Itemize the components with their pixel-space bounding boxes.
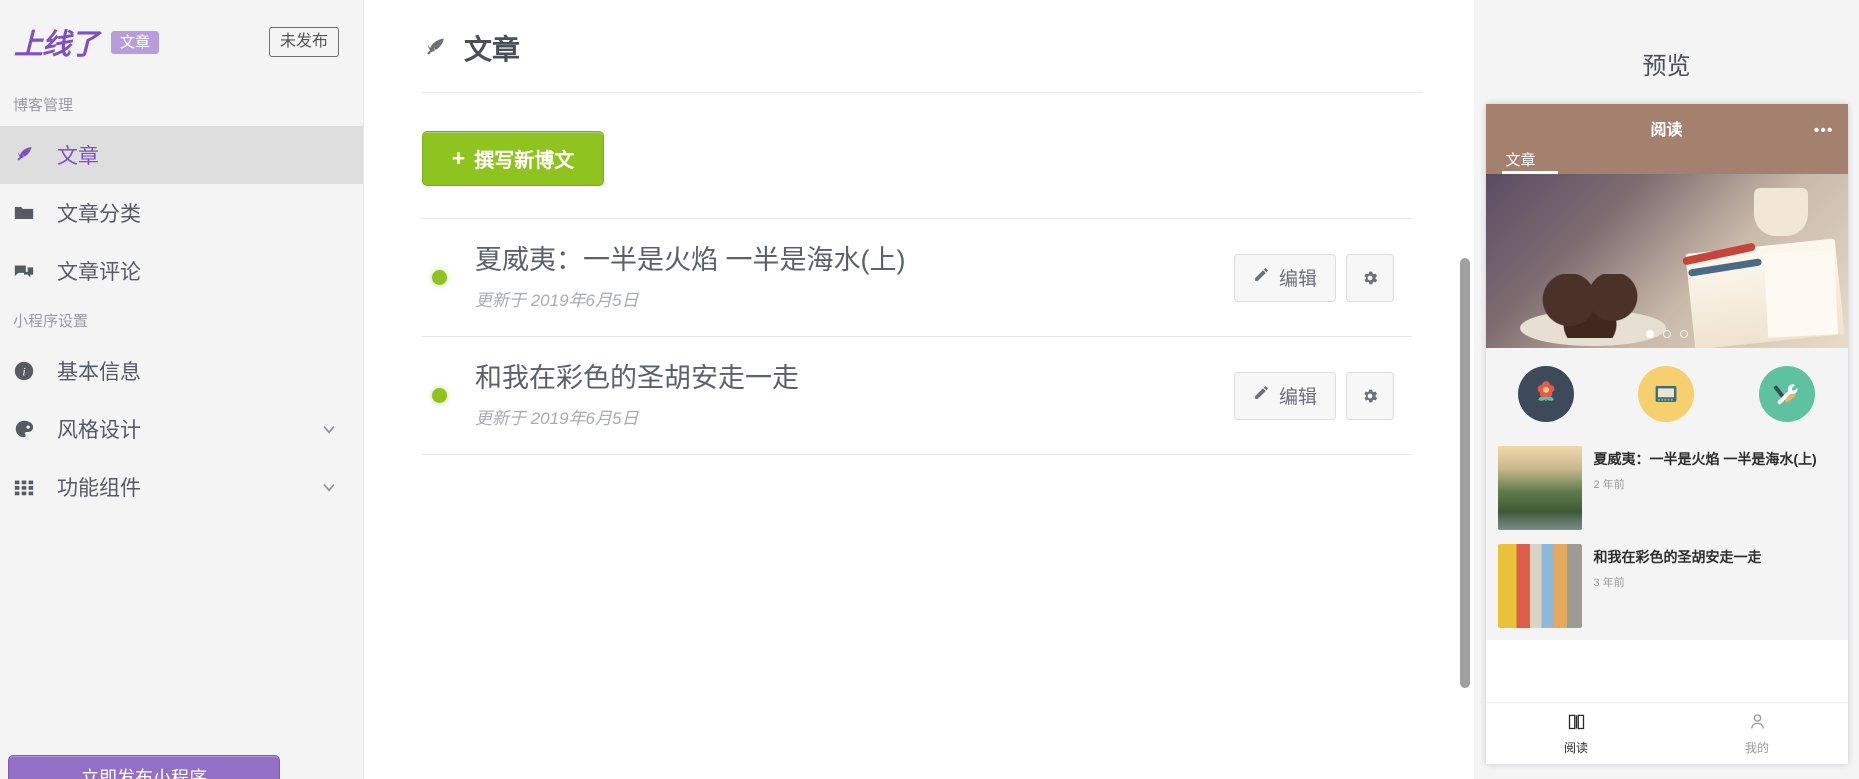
sidebar-item-label: 文章 [57, 145, 99, 168]
svg-text:i: i [22, 365, 25, 379]
list-item[interactable]: 夏威夷：一半是火焰 一半是海水(上) 2 年前 [1485, 440, 1848, 538]
publish-miniapp-button[interactable]: 立即发布小程序 [8, 755, 280, 779]
sidebar-section-label-miniapp: 小程序设置 [13, 313, 89, 330]
list-item-body: 和我在彩色的圣胡安走一走 3 年前 [1594, 544, 1836, 628]
publish-status-badge[interactable]: 未发布 [268, 27, 339, 57]
carousel-dots[interactable] [1486, 330, 1848, 338]
feather-icon [422, 35, 448, 61]
post-text: 夏威夷：一半是火焰 一半是海水(上) 更新于 2019年6月5日 [475, 244, 1234, 312]
main-content: 文章 + 撰写新博文 夏威夷：一半是火焰 一半是海水(上) 更新于 2019年6… [364, 0, 1474, 779]
sidebar: 上线了 文章 未发布 博客管理 文章 文章分类 文章评论 小程序设置 i 基本信… [0, 0, 364, 779]
phone-navbar: 阅读 ••• 文章 [1485, 104, 1848, 174]
sidebar-item-label: 文章分类 [57, 203, 141, 226]
tv-icon[interactable] [1638, 366, 1695, 422]
post-title[interactable]: 和我在彩色的圣胡安走一走 [475, 362, 1234, 396]
phone-tabbar-label: 阅读 [1563, 741, 1588, 755]
edit-button[interactable]: 编辑 [1233, 371, 1336, 420]
post-updated-meta: 更新于 2019年6月5日 [475, 409, 639, 429]
list-item-body: 夏威夷：一半是火焰 一半是海水(上) 2 年前 [1594, 446, 1836, 530]
post-list: 夏威夷：一半是火焰 一半是海水(上) 更新于 2019年6月5日 编辑 和我在彩… [422, 218, 1412, 455]
banner-page-shape [1763, 250, 1838, 338]
folder-icon [13, 201, 43, 225]
status-badge [432, 388, 447, 403]
phone-tabbar: 阅读 我的 [1485, 702, 1848, 764]
phone-nav-title: 阅读 [1650, 122, 1683, 139]
new-post-button-label: 撰写新博文 [474, 150, 575, 172]
edit-button-label: 编辑 [1278, 387, 1317, 408]
carousel-dot-2[interactable] [1662, 330, 1671, 338]
chevron-down-icon[interactable] [319, 477, 339, 497]
comments-icon [13, 259, 43, 283]
phone-article-list: 夏威夷：一半是火焰 一半是海水(上) 2 年前 和我在彩色的圣胡安走一走 3 年… [1485, 440, 1848, 640]
chevron-down-icon[interactable] [319, 419, 339, 439]
sidebar-item-label: 功能组件 [57, 477, 141, 500]
list-item-title: 和我在彩色的圣胡安走一走 [1593, 549, 1762, 565]
phone-mockup: 阅读 ••• 文章 夏威夷：一半是火焰 一半是海水(上) 2 年前 和我在彩色的… [1485, 104, 1848, 764]
grid-icon [13, 475, 43, 499]
list-item-time: 3 年前 [1593, 577, 1625, 589]
sidebar-section-label-blog: 博客管理 [13, 97, 74, 114]
list-item-title: 夏威夷：一半是火焰 一半是海水(上) [1593, 451, 1817, 467]
sidebar-header: 上线了 文章 未发布 [0, 0, 363, 84]
list-item[interactable]: 和我在彩色的圣胡安走一走 3 年前 [1485, 538, 1848, 636]
sidebar-item-label: 文章评论 [57, 261, 141, 284]
edit-button[interactable]: 编辑 [1233, 253, 1336, 302]
post-actions: 编辑 [1233, 371, 1394, 420]
person-icon [1747, 711, 1768, 735]
sidebar-item-style-design[interactable]: 风格设计 [0, 400, 363, 458]
main-scrollbar[interactable] [1460, 0, 1470, 779]
post-actions: 编辑 [1233, 253, 1394, 302]
pencil-icon [1253, 266, 1270, 289]
phone-banner-carousel[interactable] [1485, 174, 1848, 348]
feather-icon [13, 143, 43, 167]
book-icon [1566, 711, 1587, 735]
palette-icon [13, 417, 43, 441]
info-icon: i [13, 359, 43, 383]
sidebar-item-basic-info[interactable]: i 基本信息 [0, 342, 363, 400]
phone-tabbar-label: 我的 [1744, 741, 1769, 755]
banner-muffins-shape [1537, 274, 1642, 338]
edit-button-label: 编辑 [1278, 269, 1317, 290]
status-badge [432, 270, 447, 285]
phone-shortcuts [1485, 348, 1848, 440]
preview-panel: 预览 阅读 ••• 文章 夏威夷：一半是火焰 一半是海水(上) 2 年前 和我在… [1474, 0, 1859, 779]
street-photo [1497, 544, 1582, 628]
app-root: 上线了 文章 未发布 博客管理 文章 文章分类 文章评论 小程序设置 i 基本信… [0, 0, 1859, 779]
new-post-button[interactable]: + 撰写新博文 [422, 131, 604, 186]
post-title[interactable]: 夏威夷：一半是火焰 一半是海水(上) [475, 244, 1234, 278]
more-horizontal-icon[interactable]: ••• [1814, 123, 1834, 139]
table-row[interactable]: 夏威夷：一半是火焰 一半是海水(上) 更新于 2019年6月5日 编辑 [422, 219, 1412, 337]
preview-title: 预览 [1642, 53, 1691, 80]
sidebar-item-label: 基本信息 [57, 361, 141, 384]
cliff-photo [1497, 446, 1582, 530]
sidebar-item-categories[interactable]: 文章分类 [0, 184, 363, 242]
table-row[interactable]: 和我在彩色的圣胡安走一走 更新于 2019年6月5日 编辑 [422, 337, 1412, 455]
sidebar-item-articles[interactable]: 文章 [0, 126, 363, 184]
gear-icon[interactable] [1346, 253, 1394, 302]
page-header: 文章 [422, 18, 1422, 93]
sidebar-item-label: 风格设计 [57, 419, 141, 442]
list-item-time: 2 年前 [1593, 479, 1625, 491]
phone-tabbar-mine[interactable]: 我的 [1667, 703, 1848, 764]
carousel-dot-3[interactable] [1679, 330, 1688, 338]
banner-cup-shape [1753, 188, 1808, 236]
carousel-dot-1[interactable] [1645, 330, 1654, 338]
brand-logo[interactable]: 上线了 [14, 21, 99, 63]
flower-icon[interactable] [1517, 366, 1574, 422]
sidebar-item-comments[interactable]: 文章评论 [0, 242, 363, 300]
brand-badge: 文章 [111, 30, 160, 54]
tools-icon[interactable] [1759, 366, 1816, 422]
sidebar-item-components[interactable]: 功能组件 [0, 458, 363, 516]
plus-icon: + [451, 145, 466, 171]
post-updated-meta: 更新于 2019年6月5日 [475, 291, 639, 311]
page-title: 文章 [464, 34, 521, 65]
phone-tab-articles[interactable]: 文章 [1506, 149, 1536, 170]
pencil-icon [1253, 384, 1270, 407]
gear-icon[interactable] [1346, 371, 1394, 420]
phone-tabbar-read[interactable]: 阅读 [1486, 703, 1667, 764]
scrollbar-thumb[interactable] [1460, 258, 1470, 688]
post-text: 和我在彩色的圣胡安走一走 更新于 2019年6月5日 [475, 362, 1234, 430]
